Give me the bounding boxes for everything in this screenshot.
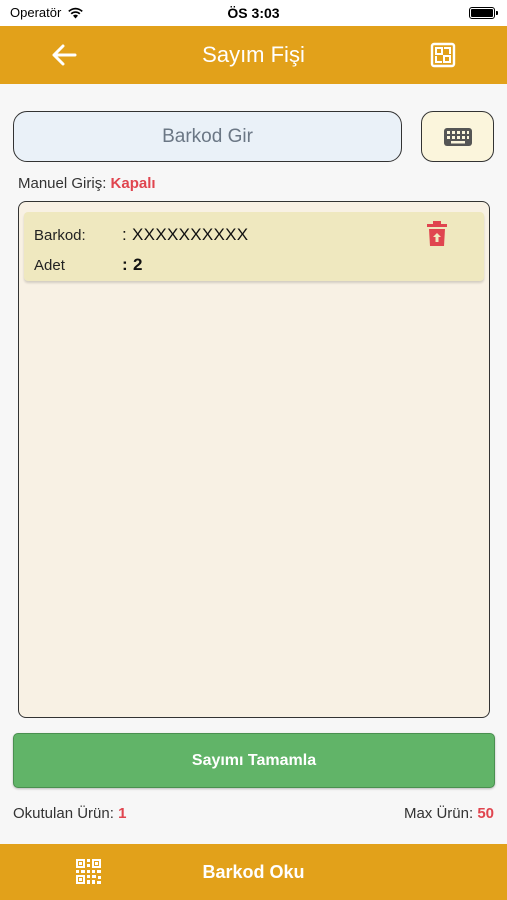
barcode-input-wrapper: [13, 111, 402, 162]
max-items-counter: Max Ürün: 50: [404, 805, 494, 822]
battery-icon: [469, 7, 498, 19]
scanned-items-list: Barkod: : XXXXXXXXXX Adet : 2: [18, 201, 490, 718]
keyboard-icon: [443, 127, 472, 146]
manual-entry-label: Manuel Giriş:: [18, 175, 107, 192]
barcode-input[interactable]: [14, 112, 401, 161]
app-bar: Sayım Fişi: [0, 26, 507, 84]
scan-barcode-label: Barkod Oku: [202, 862, 305, 882]
scan-frame-icon: [430, 42, 456, 68]
barcode-value: : XXXXXXXXXX: [122, 225, 249, 244]
quantity-label: Adet: [34, 257, 65, 274]
max-items-value: 50: [477, 805, 494, 822]
keyboard-button[interactable]: [421, 111, 494, 162]
read-items-value: 1: [118, 805, 127, 822]
complete-count-button[interactable]: Sayımı Tamamla: [13, 733, 495, 788]
quantity-value: : 2: [122, 255, 143, 274]
manual-entry-status: Manuel Giriş: Kapalı: [18, 175, 156, 192]
read-items-label: Okutulan Ürün:: [13, 805, 114, 822]
delete-item-button[interactable]: [426, 221, 448, 247]
list-item: Barkod: : XXXXXXXXXX Adet : 2: [24, 212, 484, 281]
max-items-label: Max Ürün:: [403, 805, 474, 822]
manual-entry-state: Kapalı: [110, 175, 156, 192]
status-time: ÖS 3:03: [227, 5, 280, 21]
barcode-label: Barkod:: [34, 227, 86, 244]
scan-barcode-button[interactable]: Barkod Oku: [0, 844, 507, 900]
trash-icon: [427, 221, 447, 246]
status-bar: Operatör ÖS 3:03: [0, 0, 507, 26]
scan-frame-button[interactable]: [427, 39, 459, 71]
read-items-counter: Okutulan Ürün: 1: [13, 805, 126, 822]
